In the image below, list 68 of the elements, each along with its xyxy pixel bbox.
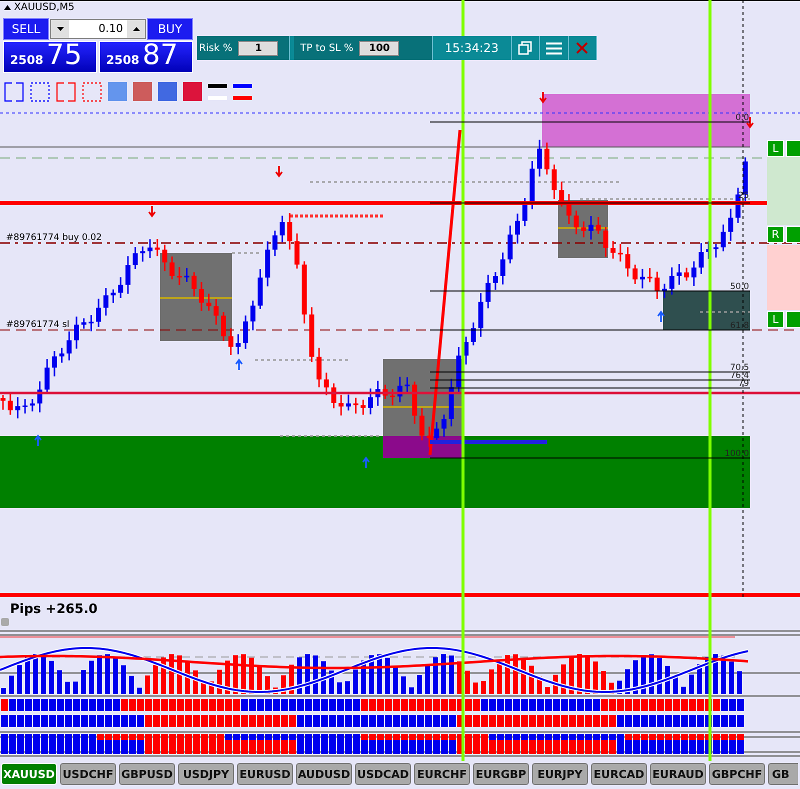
collapse-icon[interactable] — [4, 5, 11, 10]
symbol-tab[interactable]: GBPCHF — [709, 763, 765, 785]
handle-icon[interactable] — [1, 618, 9, 626]
fib-level-label: 76.4 — [730, 371, 749, 381]
line-style-icon[interactable] — [233, 82, 252, 101]
toggle-button[interactable] — [786, 311, 800, 328]
symbol-tab[interactable]: USDCHF — [60, 763, 116, 785]
price-major: 2508 — [10, 53, 44, 67]
risk-label: Risk % — [199, 42, 232, 54]
copy-icon — [518, 41, 532, 55]
symbol-tab[interactable]: EURGBP — [473, 763, 529, 785]
symbol-tab[interactable]: GB — [768, 763, 798, 785]
buy-button[interactable]: BUY — [147, 18, 193, 40]
symbol-tab[interactable]: EURCHF — [414, 763, 470, 785]
buy-panel[interactable]: 2508 87 — [99, 41, 193, 73]
symbol-tab[interactable]: XAUUSD — [1, 763, 57, 785]
close-icon — [576, 42, 588, 54]
indicator-title: Pips +265.0 — [10, 602, 98, 617]
dotted-line — [700, 311, 750, 313]
up-arrow-icon — [657, 310, 665, 323]
clock: 15:34:23 — [432, 36, 512, 60]
fib-level-label: 70.5 — [730, 363, 749, 373]
up-arrow-icon — [362, 456, 370, 469]
color-swatch-icon[interactable] — [133, 82, 152, 101]
tp-to-sl-field[interactable]: 100 — [359, 40, 400, 56]
window-title: XAUUSD,M5 — [14, 2, 75, 13]
order-label: #89761774 buy 0.02 — [6, 233, 102, 243]
order-label: #89761774 sl — [6, 320, 70, 330]
dotted-line — [232, 252, 260, 254]
symbol-tab[interactable]: EURCAD — [591, 763, 647, 785]
risk-field[interactable]: 1 — [238, 40, 278, 56]
rectangle-tool-icon[interactable] — [56, 82, 76, 102]
sell-panel[interactable]: 2508 75 — [3, 41, 97, 73]
profit-zone — [767, 157, 800, 225]
rectangle-tool-icon[interactable] — [30, 82, 50, 102]
line-style-icon[interactable] — [208, 82, 227, 101]
symbol-tab[interactable]: EURUSD — [237, 763, 293, 785]
up-arrow-icon — [235, 358, 243, 371]
symbol-tab[interactable]: EURJPY — [532, 763, 588, 785]
toggle-button[interactable] — [786, 140, 800, 157]
loss-zone — [767, 245, 800, 310]
down-arrow-icon — [275, 165, 283, 178]
midline — [160, 297, 232, 299]
tp-to-sl-label: TP to SL % — [300, 42, 354, 54]
price-major: 2508 — [106, 53, 140, 67]
color-swatch-icon[interactable] — [108, 82, 127, 101]
down-arrow-icon — [539, 91, 547, 104]
symbol-tab[interactable]: USDJPY — [178, 763, 234, 785]
fib-level-label: 79 — [738, 379, 749, 389]
menu-icon — [546, 42, 562, 54]
fib-level-label: 100.0 — [724, 449, 749, 459]
up-arrow-icon — [34, 434, 42, 447]
color-swatch-icon[interactable] — [183, 82, 202, 101]
rectangle-tool-icon[interactable] — [4, 82, 24, 102]
price-minor: 87 — [142, 39, 178, 71]
fib-level-label: 50.0 — [730, 282, 749, 292]
price-minor: 75 — [46, 39, 82, 71]
toggle-button[interactable] — [786, 226, 800, 243]
symbol-tab[interactable]: AUDUSD — [296, 763, 352, 785]
symbol-tab[interactable]: USDCAD — [355, 763, 411, 785]
symbol-tab[interactable]: EURAUD — [650, 763, 706, 785]
symbol-tab[interactable]: GBPUSD — [119, 763, 175, 785]
midline — [558, 227, 608, 229]
sell-button[interactable]: SELL — [3, 18, 49, 40]
color-swatch-icon[interactable] — [158, 82, 177, 101]
down-arrow-icon — [148, 205, 156, 218]
rectangle-tool-icon[interactable] — [82, 82, 102, 102]
fib-level-label: 0.0 — [735, 113, 749, 123]
